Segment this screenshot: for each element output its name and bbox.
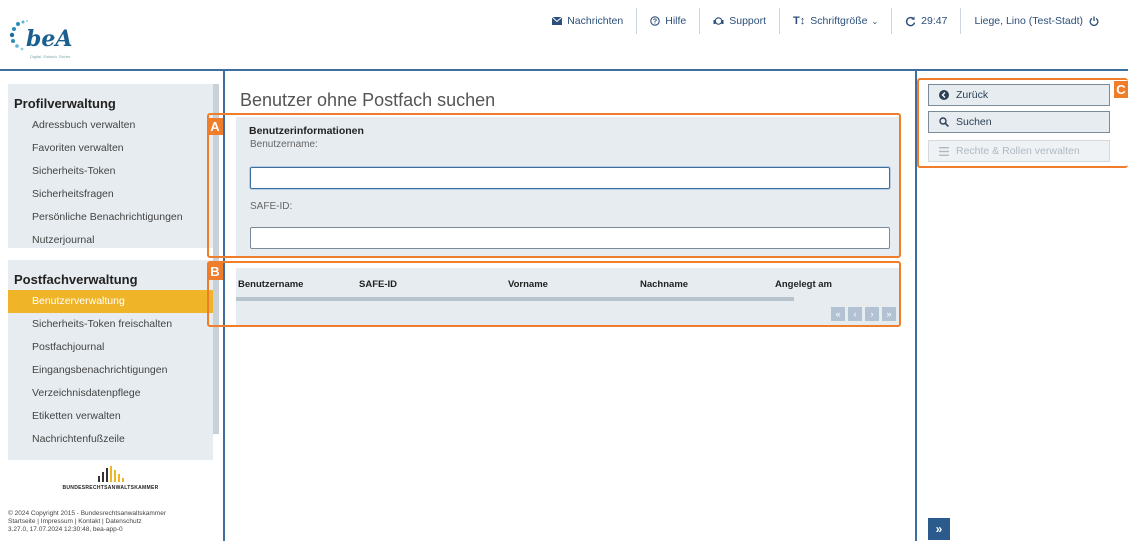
search-button[interactable]: Suchen [928,111,1110,133]
nav-support[interactable]: Support [699,8,779,34]
back-button-label: Zurück [956,89,989,101]
back-button[interactable]: Zurück [928,84,1110,106]
profile-section: Profilverwaltung Adressbuch verwalten Fa… [8,84,213,248]
refresh-icon [906,16,916,26]
brak-logo[interactable]: BUNDESRECHTSANWALTSKAMMER [8,464,213,491]
mailbox-section: Postfachverwaltung Benutzerverwaltung Si… [8,260,213,460]
top-navigation: Nachrichten ? Hilfe Support T↕ Schriftgr… [539,8,1112,34]
back-arrow-icon [939,90,949,100]
sidebar-item-user-management[interactable]: Benutzerverwaltung [8,290,213,313]
sidebar-item-user-journal[interactable]: Nutzerjournal [8,229,213,252]
sidebar-item-unlock-token[interactable]: Sicherheits-Token freischalten [8,313,213,336]
support-icon [713,17,724,25]
nav-help-label: Hilfe [665,15,687,27]
session-timer-value: 29:47 [921,15,948,27]
brak-bars-icon [97,466,124,482]
page-title: Benutzer ohne Postfach suchen [240,90,496,110]
annotation-label-b: B [207,263,223,280]
sidebar-item-message-footer[interactable]: Nachrichtenfußzeile [8,428,213,451]
mailbox-section-title: Postfachverwaltung [14,272,138,287]
svg-text:?: ? [653,19,657,26]
logo-tagline: Digital. Einfach. Sicher. [30,54,72,59]
footer-links[interactable]: Startseite | Impressum | Kontakt | Daten… [8,518,166,526]
footer-copyright: © 2024 Copyright 2015 - Bundesrechtsanwa… [8,510,166,517]
sidebar-item-security-token[interactable]: Sicherheits-Token [8,160,213,183]
header-divider [0,69,1128,71]
nav-messages[interactable]: Nachrichten [539,8,636,34]
sidebar-item-personal-notifications[interactable]: Persönliche Benachrichtigungen [8,206,213,229]
sidebar-item-directory-data[interactable]: Verzeichnisdatenpflege [8,382,213,405]
brak-name: BUNDESRECHTSANWALTSKAMMER [62,485,159,491]
chevron-down-icon: ⌄ [871,16,879,26]
nav-font-size[interactable]: T↕ Schriftgröße ⌄ [779,8,891,34]
sidebar: Profilverwaltung Adressbuch verwalten Fa… [8,84,219,541]
nav-user[interactable]: Liege, Lino (Test-Stadt) [960,8,1112,34]
font-size-icon: T↕ [793,15,806,27]
sidebar-item-mailbox-journal[interactable]: Postfachjournal [8,336,213,359]
expand-panel-button[interactable]: » [928,518,950,540]
profile-section-title: Profilverwaltung [14,96,116,111]
app-header: beA Digital. Einfach. Sicher. Nachrichte… [0,0,1128,71]
sidebar-item-favorites[interactable]: Favoriten verwalten [8,137,213,160]
nav-session-timer[interactable]: 29:47 [891,8,960,34]
list-icon [939,146,949,156]
help-icon: ? [650,16,660,26]
annotation-box-b [207,261,901,327]
bea-logo[interactable]: beA Digital. Einfach. Sicher. [8,18,88,64]
annotation-box-a [207,113,901,258]
manage-roles-button-label: Rechte & Rollen verwalten [956,145,1080,157]
sidebar-item-address-book[interactable]: Adressbuch verwalten [8,114,213,137]
manage-roles-button[interactable]: Rechte & Rollen verwalten [928,140,1110,162]
sidebar-item-inbox-notifications[interactable]: Eingangsbenachrichtigungen [8,359,213,382]
nav-font-size-label: Schriftgröße [810,15,868,27]
user-name: Liege, Lino (Test-Stadt) [974,15,1083,27]
footer: © 2024 Copyright 2015 - Bundesrechtsanwa… [8,510,166,534]
nav-help[interactable]: ? Hilfe [636,8,699,34]
nav-support-label: Support [729,15,767,27]
footer-version: 3.27.0, 17.07.2024 12:30:48, bea-app-0 [8,526,123,533]
annotation-label-c: C [1114,81,1128,98]
envelope-icon [552,17,563,25]
power-icon[interactable] [1089,16,1099,26]
logo-wordmark: beA [26,26,73,52]
search-button-label: Suchen [956,116,992,128]
sidebar-item-labels[interactable]: Etiketten verwalten [8,405,213,428]
nav-messages-label: Nachrichten [567,15,624,27]
sidebar-item-security-questions[interactable]: Sicherheitsfragen [8,183,213,206]
annotation-label-a: A [207,118,223,135]
search-icon [939,117,949,127]
